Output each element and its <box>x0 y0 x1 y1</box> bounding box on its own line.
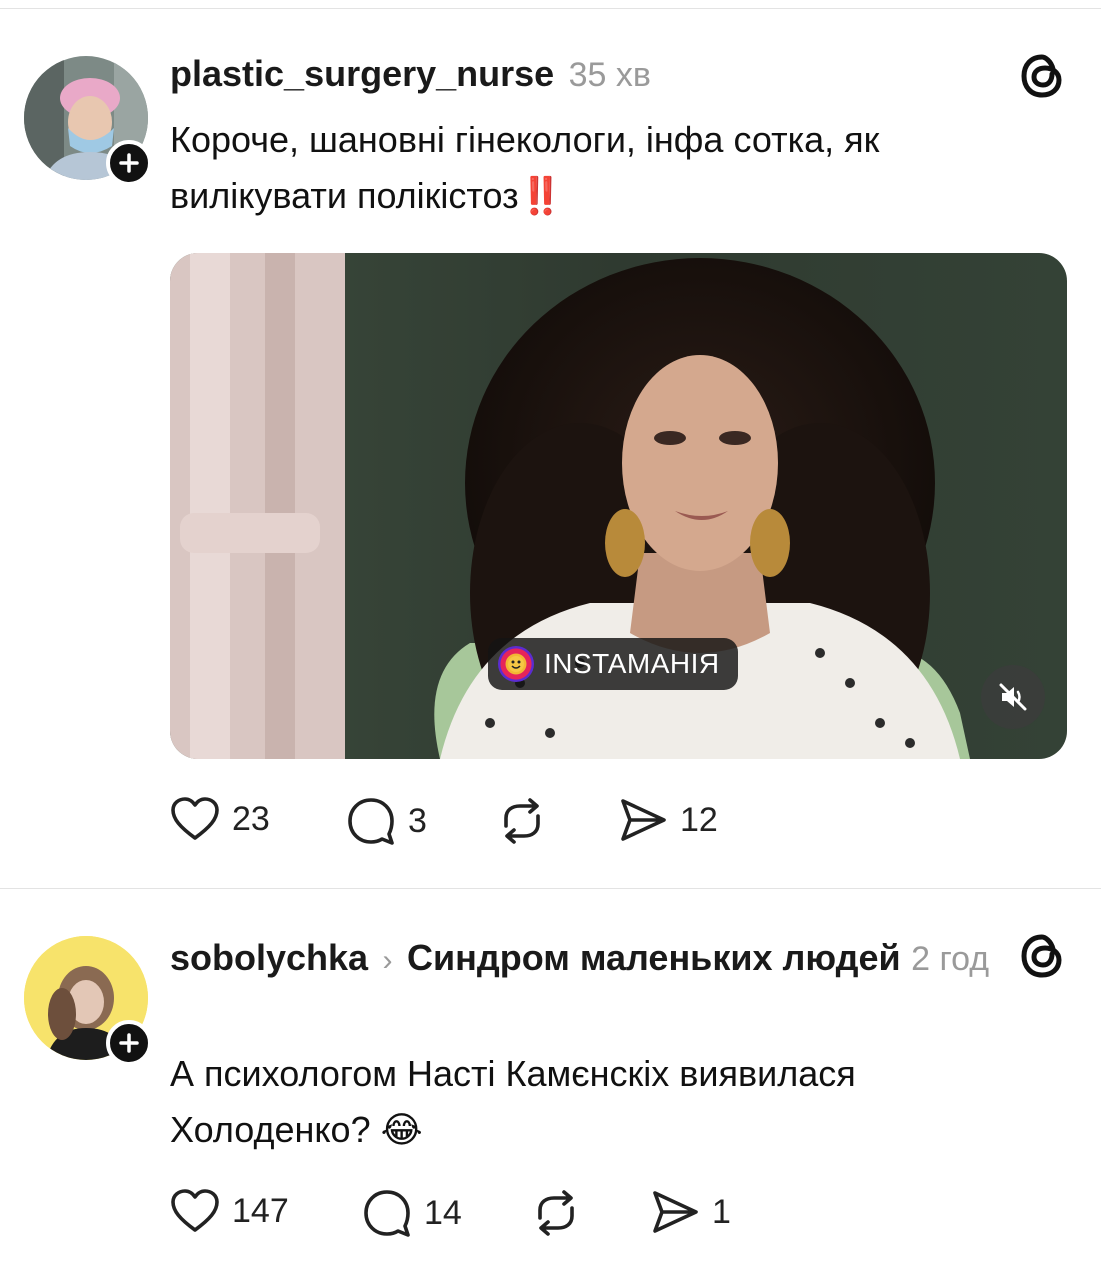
post-text: А психологом Насті Камєнскіх виявилася Х… <box>170 1046 1050 1158</box>
post-text: Короче, шановні гінекологи, інфа сотка, … <box>170 112 1050 224</box>
like-count: 147 <box>232 1191 289 1230</box>
follow-plus-icon[interactable] <box>106 140 152 186</box>
post-header: plastic_surgery_nurse 35 хв <box>170 52 651 104</box>
topic-link[interactable]: Синдром маленьких людей <box>407 937 901 978</box>
heart-icon <box>171 797 219 840</box>
comment-icon <box>364 1190 410 1237</box>
post-header: sobolychka › Синдром маленьких людей 2 г… <box>170 932 1000 992</box>
follow-plus-icon[interactable] <box>106 1020 152 1066</box>
top-divider <box>0 8 1101 9</box>
share-count: 12 <box>680 800 718 839</box>
repost-button[interactable] <box>530 1188 582 1238</box>
speaker-muted-icon[interactable] <box>981 665 1045 729</box>
username[interactable]: sobolychka <box>170 937 368 978</box>
repost-icon <box>504 798 540 844</box>
like-button[interactable]: 147 <box>170 1188 289 1234</box>
post-text-content: А психологом Насті Камєнскіх виявилася Х… <box>170 1053 856 1150</box>
share-button[interactable]: 12 <box>618 796 718 844</box>
video-media[interactable]: INSTAMAHIЯ <box>170 253 1067 759</box>
comment-icon <box>348 798 394 845</box>
laughing-emoji: 😂 <box>380 1109 423 1150</box>
reply-button[interactable]: 3 <box>346 796 427 846</box>
instamania-watermark: INSTAMAHIЯ <box>488 638 738 690</box>
threads-logo-icon[interactable] <box>1016 930 1068 982</box>
post-time: 2 год <box>911 940 990 978</box>
share-button[interactable]: 1 <box>650 1188 731 1236</box>
heart-icon <box>171 1189 219 1232</box>
reply-count: 3 <box>408 801 427 840</box>
reply-button[interactable]: 14 <box>362 1188 462 1238</box>
watermark-text: INSTAMAHIЯ <box>544 648 720 679</box>
reply-count: 14 <box>424 1193 462 1232</box>
share-count: 1 <box>712 1192 731 1231</box>
repost-icon <box>538 1190 574 1236</box>
send-icon <box>621 799 666 841</box>
like-button[interactable]: 23 <box>170 796 270 842</box>
instamania-logo-icon <box>498 646 534 682</box>
threads-logo-icon[interactable] <box>1016 50 1068 102</box>
repost-button[interactable] <box>496 796 548 846</box>
post-time: 35 хв <box>568 56 651 94</box>
post-divider <box>0 888 1101 889</box>
username[interactable]: plastic_surgery_nurse <box>170 53 554 94</box>
double-exclamation-emoji: ‼️ <box>518 175 564 216</box>
send-icon <box>653 1191 698 1233</box>
like-count: 23 <box>232 799 270 838</box>
chevron-right-icon: › <box>382 944 393 977</box>
